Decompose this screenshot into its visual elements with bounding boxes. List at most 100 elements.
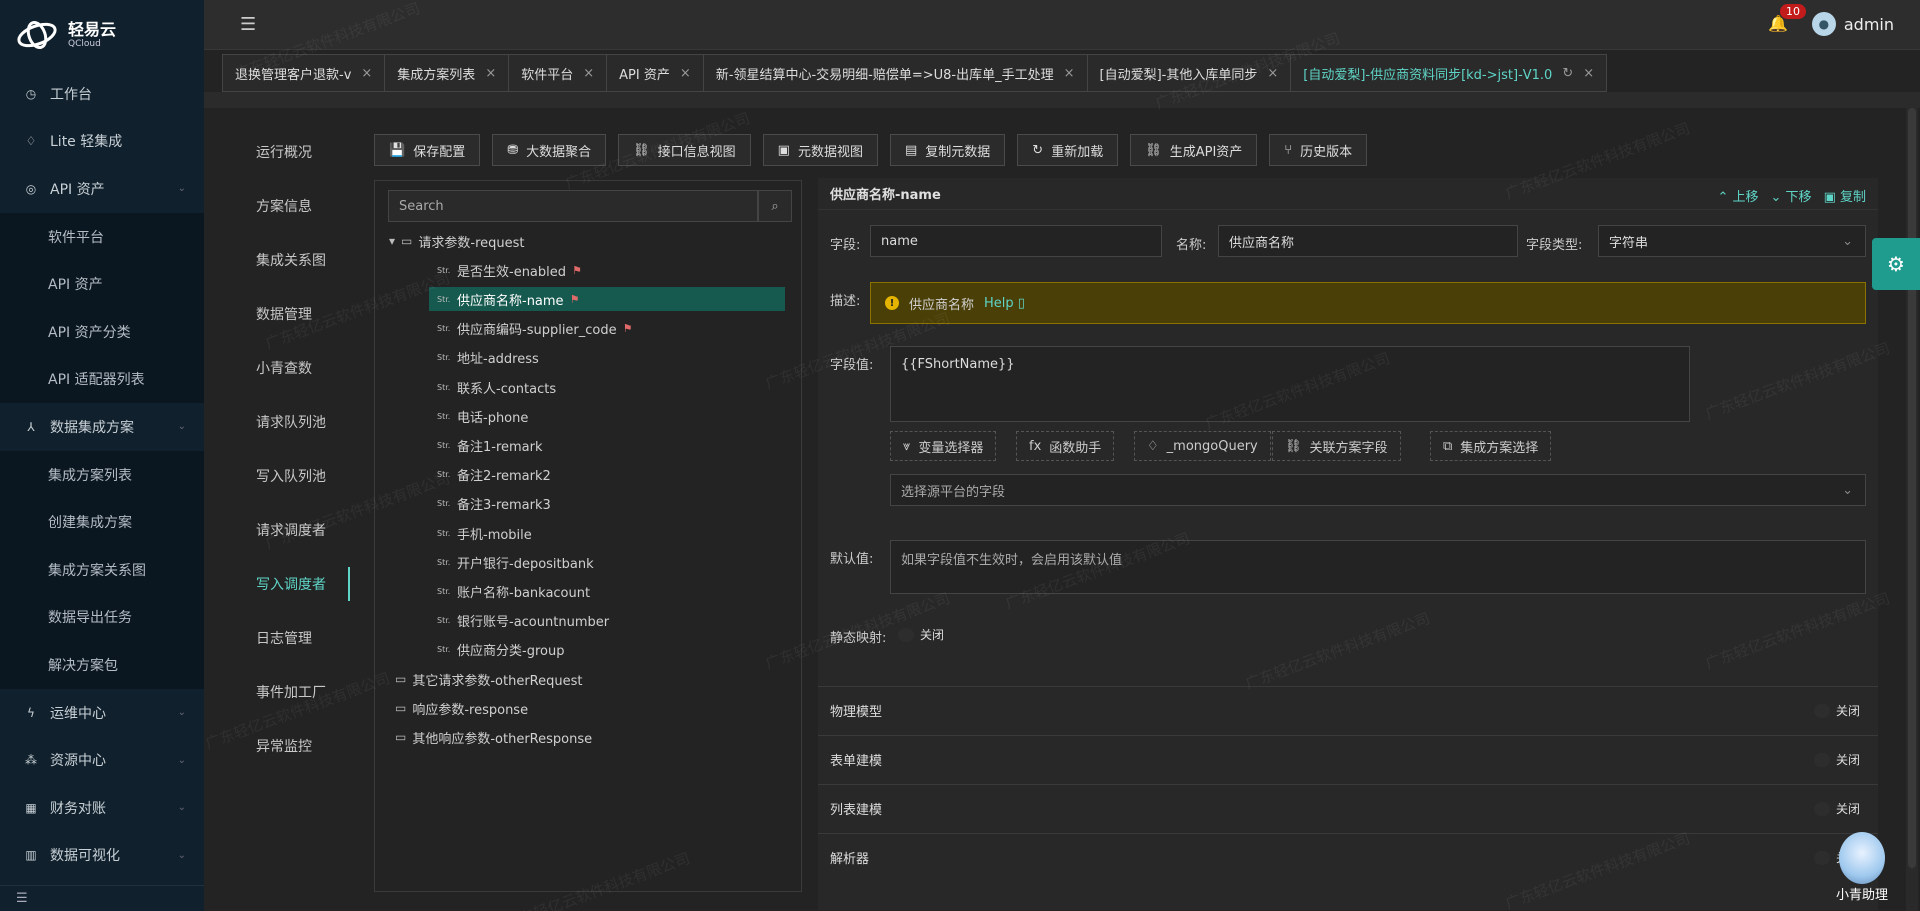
subnav-item[interactable]: 小青查数	[240, 341, 350, 395]
nav-item[interactable]: ϟ 运维中心 ⌄	[0, 689, 204, 737]
nav-subitem[interactable]: 集成方案关系图	[0, 545, 204, 594]
subnav-item[interactable]: 请求调度者	[240, 503, 350, 557]
toolbar-button[interactable]: ▤ 复制元数据	[889, 134, 1006, 166]
refresh-icon[interactable]: ↻	[1562, 66, 1573, 81]
nav-item[interactable]: ▦ 财务对账 ⌄	[0, 784, 204, 832]
nav-item[interactable]: ⅄ 数据集成方案 ⌄	[0, 403, 204, 451]
collapsible-section[interactable]: 列表建模 关闭	[818, 784, 1878, 832]
tab[interactable]: 新-领星结算中心-交易明细-赔偿单=>U8-出库单_手工处理 ×	[702, 54, 1088, 92]
nav-subitem[interactable]: API 适配器列表	[0, 355, 204, 404]
tree-field[interactable]: Str. 电话-phone	[437, 404, 528, 428]
tab[interactable]: [自动爱梨]-供应商资料同步[kd->jst]-V1.0 ↻ ×	[1290, 54, 1608, 92]
close-icon[interactable]: ×	[680, 66, 691, 81]
collapse-sidebar-icon[interactable]: ☰	[0, 885, 204, 911]
close-icon[interactable]: ×	[485, 66, 496, 81]
helper-button[interactable]: ♢ _mongoQuery	[1134, 431, 1271, 461]
caret-down-icon[interactable]: ▾	[389, 234, 395, 248]
main-scrollbar[interactable]	[1906, 108, 1918, 911]
nav-subitem[interactable]: 解决方案包	[0, 641, 204, 689]
subnav-item[interactable]: 方案信息	[240, 179, 350, 233]
nav-item[interactable]: ♢ Lite 轻集成	[0, 118, 204, 166]
tree-folder[interactable]: ▭ 其它请求参数-otherRequest	[389, 667, 582, 691]
subnav-item[interactable]: 数据管理	[240, 287, 350, 341]
tree-field[interactable]: Str. 备注2-remark2	[437, 463, 551, 487]
field-value-textarea[interactable]: {{FShortName}}	[890, 346, 1690, 422]
subnav-item[interactable]: 运行概况	[240, 125, 350, 179]
field-input[interactable]: name	[870, 225, 1162, 257]
assistant-bot[interactable]: 小青助理	[1832, 832, 1892, 910]
close-icon[interactable]: ×	[1583, 66, 1594, 81]
close-icon[interactable]: ×	[361, 66, 372, 81]
toolbar-button[interactable]: ⛃ 大数据聚合	[492, 134, 607, 166]
close-icon[interactable]: ×	[1064, 66, 1075, 81]
nav-subitem[interactable]: API 资产	[0, 260, 204, 308]
menu-toggle-icon[interactable]: ☰	[240, 14, 256, 35]
default-value-input[interactable]: 如果字段值不生效时，会启用该默认值	[890, 540, 1866, 594]
helper-button[interactable]: fx 函数助手	[1016, 431, 1115, 461]
collapsible-section[interactable]: 表单建模 关闭	[818, 735, 1878, 783]
user-menu[interactable]: ● admin	[1811, 12, 1894, 36]
toolbar-button[interactable]: ⛓ 生成API资产	[1130, 134, 1258, 166]
nav-item[interactable]: ▥ 数据可视化 ⌄	[0, 832, 204, 880]
tab[interactable]: 退换管理客户退款-v ×	[222, 54, 386, 92]
tree-field[interactable]: Str. 供应商名称-name ⚑	[429, 287, 785, 312]
toolbar-button[interactable]: ⑂ 历史版本	[1269, 134, 1368, 166]
tab[interactable]: API 资产 ×	[606, 54, 704, 92]
type-select[interactable]: 字符串 ⌄	[1598, 225, 1866, 257]
section-toggle[interactable]: 关闭	[1813, 702, 1860, 719]
brand-logo[interactable]: 轻易云 QCloud	[0, 0, 204, 70]
helper-button[interactable]: ⛓ 关联方案字段	[1272, 431, 1401, 461]
tree-field[interactable]: Str. 备注3-remark3	[437, 492, 551, 516]
move-down-button[interactable]: ⌄ 下移	[1771, 186, 1812, 205]
toolbar-button[interactable]: ↻ 重新加载	[1017, 134, 1119, 166]
section-toggle[interactable]: 关闭	[1813, 800, 1860, 817]
subnav-item[interactable]: 写入调度者	[240, 557, 350, 611]
nav-item[interactable]: ⁂ 资源中心 ⌄	[0, 736, 204, 784]
tree-field[interactable]: Str. 手机-mobile	[437, 521, 532, 545]
search-icon[interactable]: ⌕	[758, 190, 792, 222]
tab[interactable]: 软件平台 ×	[508, 54, 608, 92]
nav-item[interactable]: ◎ API 资产 ⌄	[0, 165, 204, 213]
helper-button[interactable]: ⩔ 变量选择器	[890, 431, 997, 461]
tree-folder[interactable]: ▭ 响应参数-response	[389, 696, 528, 720]
tab[interactable]: 集成方案列表 ×	[384, 54, 510, 92]
close-icon[interactable]: ×	[1267, 66, 1278, 81]
close-icon[interactable]: ×	[583, 66, 594, 81]
scrollbar-thumb[interactable]	[1908, 108, 1916, 868]
subnav-item[interactable]: 日志管理	[240, 611, 350, 665]
tab[interactable]: [自动爱梨]-其他入库单同步 ×	[1086, 54, 1292, 92]
tree-folder[interactable]: ▭ 其他响应参数-otherResponse	[389, 725, 592, 749]
subnav-item[interactable]: 事件加工厂	[240, 665, 350, 719]
tree-field[interactable]: Str. 账户名称-bankacount	[437, 579, 590, 603]
helper-button[interactable]: ⧉ 集成方案选择	[1430, 431, 1552, 461]
tree-field[interactable]: Str. 供应商分类-group	[437, 638, 564, 662]
toolbar-button[interactable]: ⛓ 接口信息视图	[618, 134, 751, 166]
tree-field[interactable]: Str. 地址-address	[437, 346, 539, 370]
settings-gear-icon[interactable]: ⚙	[1872, 238, 1920, 290]
nav-subitem[interactable]: API 资产分类	[0, 307, 204, 356]
name-input[interactable]: 供应商名称	[1218, 225, 1518, 257]
nav-subitem[interactable]: 创建集成方案	[0, 498, 204, 546]
toolbar-button[interactable]: 💾 保存配置	[374, 134, 481, 166]
tree-field[interactable]: Str. 供应商编码-supplier_code ⚑	[437, 317, 633, 341]
subnav-item[interactable]: 集成关系图	[240, 233, 350, 287]
collapsible-section[interactable]: 解析器关闭	[818, 833, 1878, 881]
nav-subitem[interactable]: 集成方案列表	[0, 450, 204, 499]
tree-field[interactable]: Str. 银行账号-acountnumber	[437, 609, 609, 633]
search-input[interactable]: Search	[388, 190, 758, 222]
subnav-item[interactable]: 请求队列池	[240, 395, 350, 449]
nav-item[interactable]: ◷ 工作台	[0, 70, 204, 118]
nav-subitem[interactable]: 数据导出任务	[0, 593, 204, 642]
tree-field[interactable]: Str. 是否生效-enabled ⚑	[437, 258, 582, 282]
collapsible-section[interactable]: 物理模型 关闭	[818, 686, 1878, 734]
subnav-item[interactable]: 写入队列池	[240, 449, 350, 503]
help-link[interactable]: Help ▯	[984, 296, 1025, 311]
tree-field[interactable]: Str. 备注1-remark	[437, 433, 543, 457]
source-field-select[interactable]: 选择源平台的字段 ⌄	[890, 474, 1866, 506]
static-map-toggle[interactable]: 关闭	[898, 626, 944, 643]
nav-subitem[interactable]: 软件平台	[0, 212, 204, 261]
subnav-item[interactable]: 异常监控	[240, 719, 350, 773]
move-up-button[interactable]: ⌃ 上移	[1717, 186, 1758, 205]
tree-folder[interactable]: ▾ ▭ 请求参数-request	[389, 229, 524, 253]
toolbar-button[interactable]: ▣ 元数据视图	[762, 134, 878, 166]
